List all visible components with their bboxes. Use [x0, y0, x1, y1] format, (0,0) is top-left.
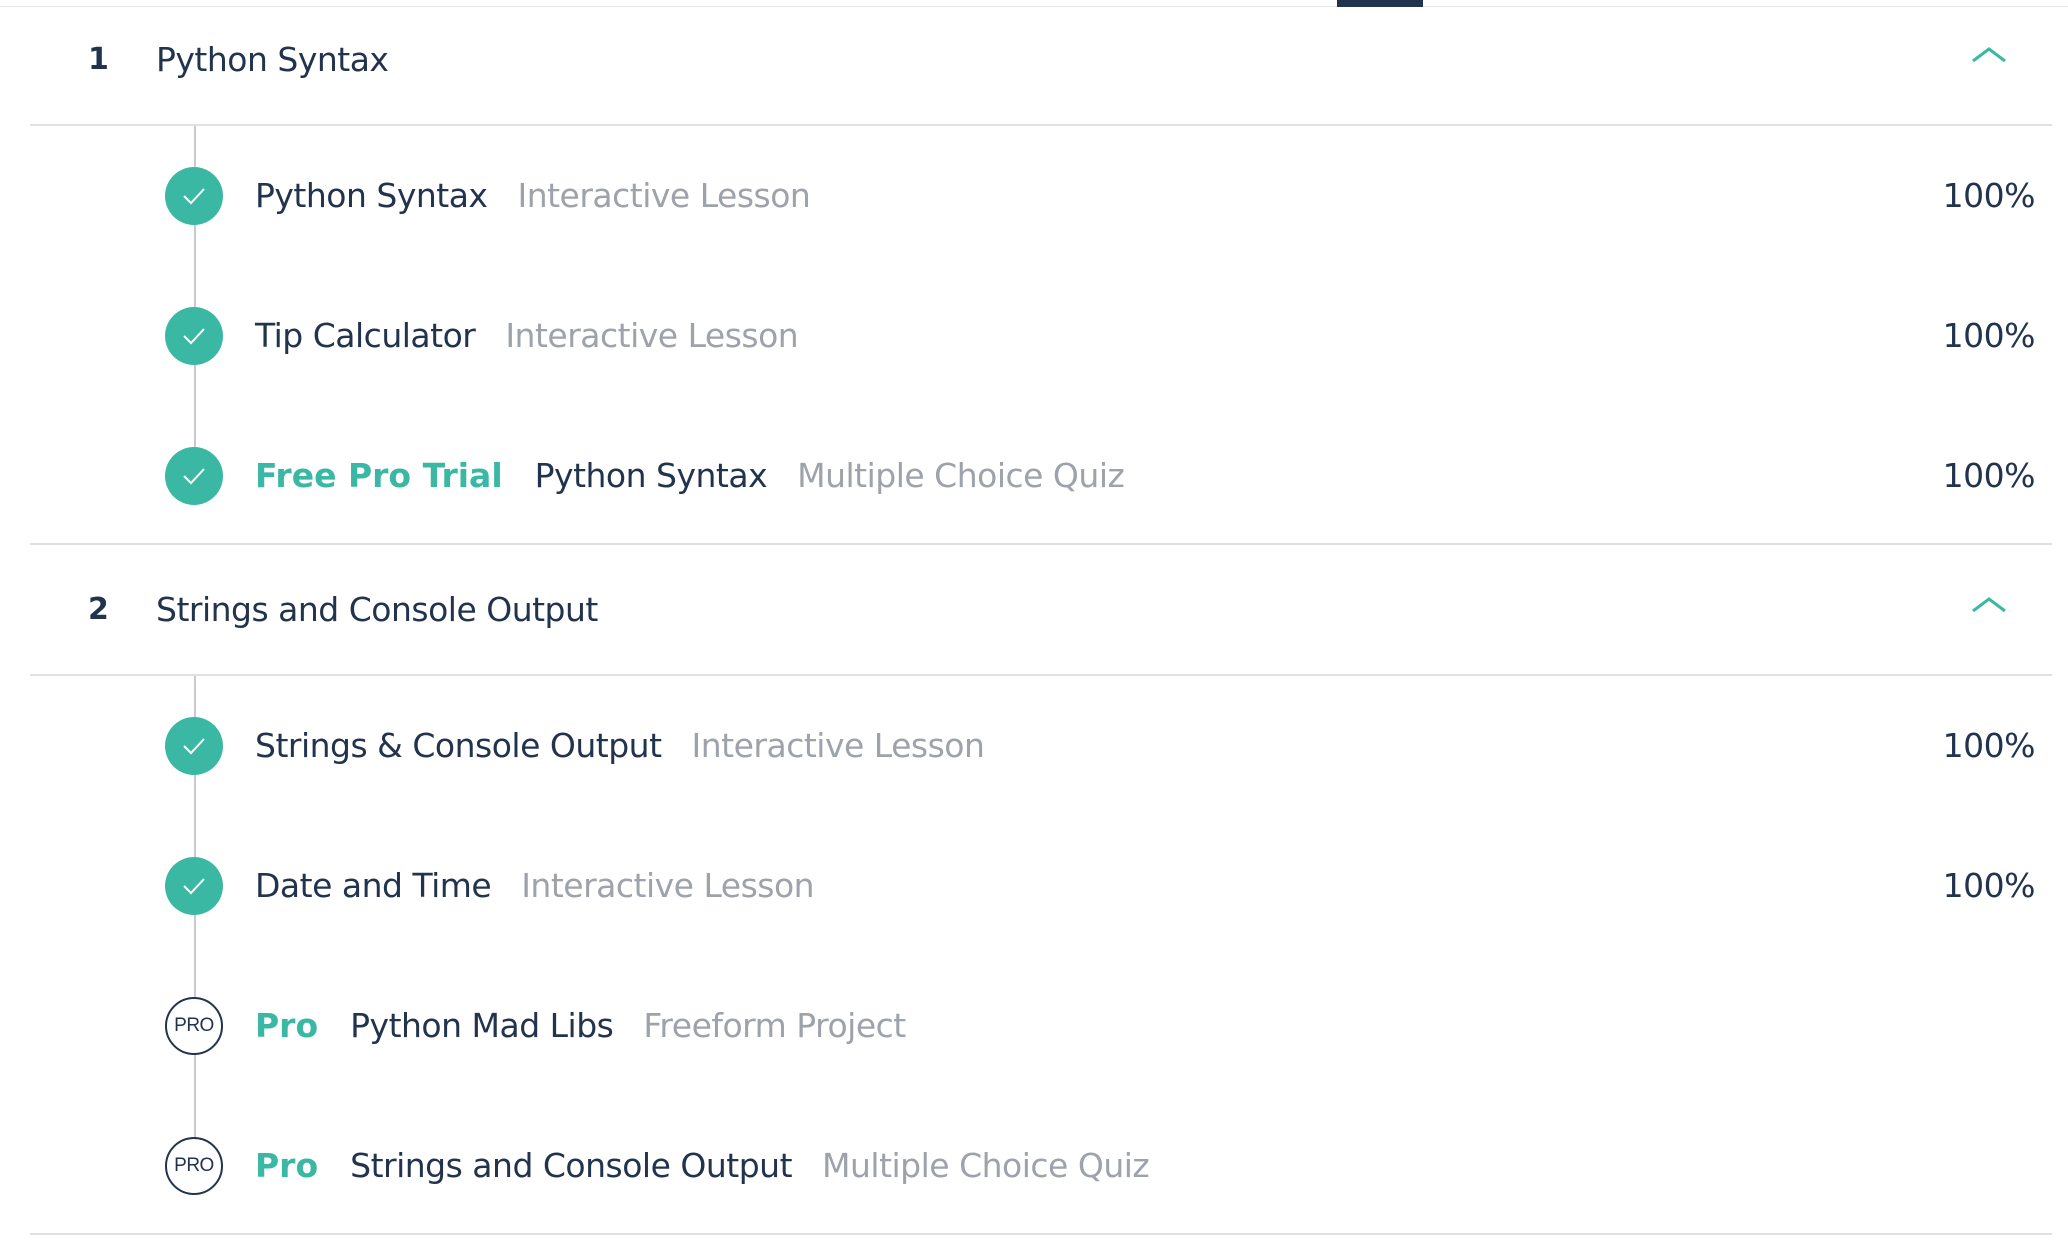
section-divider [30, 543, 2052, 545]
lesson-item[interactable]: Date and Time Interactive Lesson 100% [165, 856, 2036, 916]
complete-checkmark-icon [165, 447, 223, 505]
section-title: Strings and Console Output [156, 590, 598, 629]
lesson-item[interactable]: Strings & Console Output Interactive Less… [165, 716, 2036, 776]
lesson-progress: 100% [1942, 176, 2036, 215]
lesson-type: Multiple Choice Quiz [797, 456, 1125, 495]
chevron-up-icon[interactable] [1971, 44, 2007, 64]
lesson-type: Multiple Choice Quiz [822, 1146, 1150, 1185]
chevron-up-icon[interactable] [1971, 594, 2007, 614]
lesson-item[interactable]: Tip Calculator Interactive Lesson 100% [165, 306, 2036, 366]
lesson-name: Date and Time [255, 866, 492, 905]
complete-checkmark-icon [165, 717, 223, 775]
complete-checkmark-icon [165, 167, 223, 225]
lesson-name: Python Syntax [534, 456, 768, 495]
lesson-item[interactable]: PRO Pro Strings and Console Output Multipl… [165, 1136, 2035, 1196]
lesson-name: Strings & Console Output [255, 726, 662, 765]
complete-checkmark-icon [165, 857, 223, 915]
lesson-item[interactable]: PRO Pro Python Mad Libs Freeform Project [165, 996, 2035, 1056]
lesson-item[interactable]: Python Syntax Interactive Lesson 100% [165, 166, 2036, 226]
lesson-progress: 100% [1942, 726, 2036, 765]
lesson-name: Strings and Console Output [350, 1146, 793, 1185]
free-pro-trial-badge[interactable]: Free Pro Trial [255, 456, 503, 495]
section-divider [30, 674, 2052, 676]
lesson-type: Interactive Lesson [505, 316, 799, 355]
pro-lock-icon: PRO [165, 1137, 223, 1195]
lesson-progress: 100% [1942, 456, 2036, 495]
lesson-item[interactable]: Free Pro Trial Python Syntax Multiple Choi… [165, 446, 2036, 506]
complete-checkmark-icon [165, 307, 223, 365]
lesson-progress: 100% [1942, 866, 2036, 905]
section-header-2[interactable]: 2 Strings and Console Output [30, 550, 2052, 668]
section-number: 1 [88, 42, 109, 77]
lesson-name: Python Syntax [255, 176, 488, 215]
lesson-name: Tip Calculator [255, 316, 476, 355]
lesson-progress: 100% [1942, 316, 2036, 355]
pro-lock-icon: PRO [165, 997, 223, 1055]
lesson-type: Interactive Lesson [517, 176, 811, 215]
section-divider [30, 124, 2052, 126]
pro-badge[interactable]: Pro [255, 1146, 318, 1185]
lesson-type: Freeform Project [643, 1006, 906, 1045]
section-header-1[interactable]: 1 Python Syntax [30, 0, 2052, 118]
section-divider [30, 1233, 2052, 1235]
lesson-type: Interactive Lesson [521, 866, 815, 905]
lesson-name: Python Mad Libs [350, 1006, 614, 1045]
pro-badge[interactable]: Pro [255, 1006, 318, 1045]
lesson-type: Interactive Lesson [691, 726, 985, 765]
section-number: 2 [88, 592, 109, 627]
section-title: Python Syntax [156, 40, 389, 79]
